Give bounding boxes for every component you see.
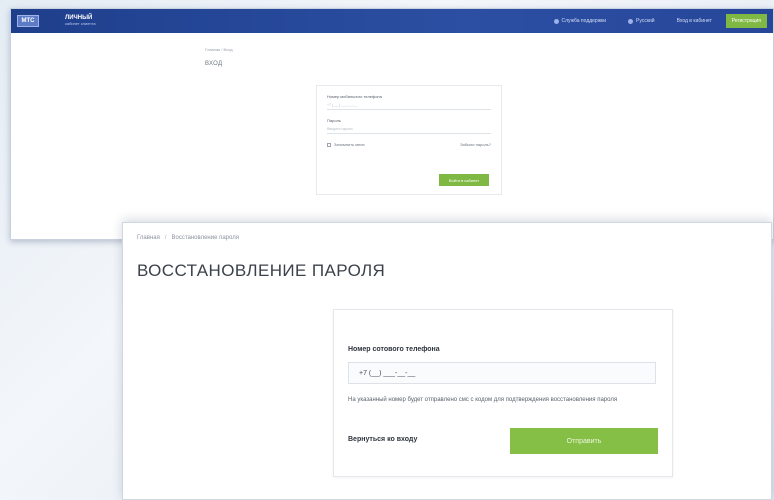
language-label: Русский — [636, 18, 655, 24]
support-link[interactable]: Служба поддержки — [553, 18, 607, 24]
breadcrumb-separator: / — [164, 235, 167, 241]
login-link-label: Вход в кабинет — [676, 18, 712, 24]
login-options-row: Запомнить меня Забыли пароль? — [327, 142, 491, 147]
top-navigation-bar: МТС ЛИЧНЫЙ кабинет клиента Служба поддер… — [11, 9, 773, 33]
login-password-input[interactable]: Введите пароль — [327, 125, 491, 134]
login-submit-button[interactable]: Войти в кабинет — [439, 174, 489, 186]
login-page-title: ВХОД — [205, 61, 223, 67]
phone-icon — [553, 18, 559, 24]
register-button[interactable]: Регистрация — [725, 14, 767, 28]
password-recovery-window: Главная / Восстановление пароля ВОССТАНО… — [122, 222, 772, 500]
login-password-label: Пароль — [327, 118, 341, 123]
phone-input[interactable] — [348, 362, 656, 384]
back-to-login-link[interactable]: Вернуться ко входу — [348, 436, 417, 443]
phone-field-label: Номер сотового телефона — [348, 346, 440, 353]
sms-info-text: На указанный номер будет отправлено смс … — [348, 397, 618, 403]
support-link-label: Служба поддержки — [561, 18, 607, 24]
logo-subtitle: кабинет клиента — [65, 21, 96, 26]
breadcrumb-home[interactable]: Главная — [137, 235, 160, 241]
login-form-card: Номер мобильного телефона +7 (___) ___-_… — [316, 85, 502, 195]
send-button[interactable]: Отправить — [510, 428, 658, 454]
logo-icon[interactable]: МТС — [17, 15, 39, 27]
remember-me-label: Запомнить меня — [334, 142, 365, 147]
recovery-form-card: Номер сотового телефона На указанный ном… — [333, 309, 673, 477]
page-title: ВОССТАНОВЛЕНИЕ ПАРОЛЯ — [137, 261, 386, 280]
globe-icon — [628, 18, 634, 24]
login-window: МТС ЛИЧНЫЙ кабинет клиента Служба поддер… — [10, 8, 774, 240]
remember-me-checkbox[interactable]: Запомнить меня — [327, 142, 365, 147]
checkbox-icon — [327, 142, 331, 147]
login-phone-label: Номер мобильного телефона — [327, 94, 382, 99]
language-selector[interactable]: Русский — [628, 18, 655, 24]
breadcrumb: Главная / Восстановление пароля — [137, 235, 239, 241]
logo-text: ЛИЧНЫЙ кабинет клиента — [65, 15, 96, 27]
breadcrumb-current: Восстановление пароля — [171, 235, 239, 241]
login-breadcrumb[interactable]: Главная / Вход — [205, 47, 233, 52]
login-phone-input[interactable]: +7 (___) ___-__-__ — [327, 101, 491, 110]
login-link[interactable]: Вход в кабинет — [677, 18, 712, 24]
forgot-password-link[interactable]: Забыли пароль? — [460, 142, 491, 147]
